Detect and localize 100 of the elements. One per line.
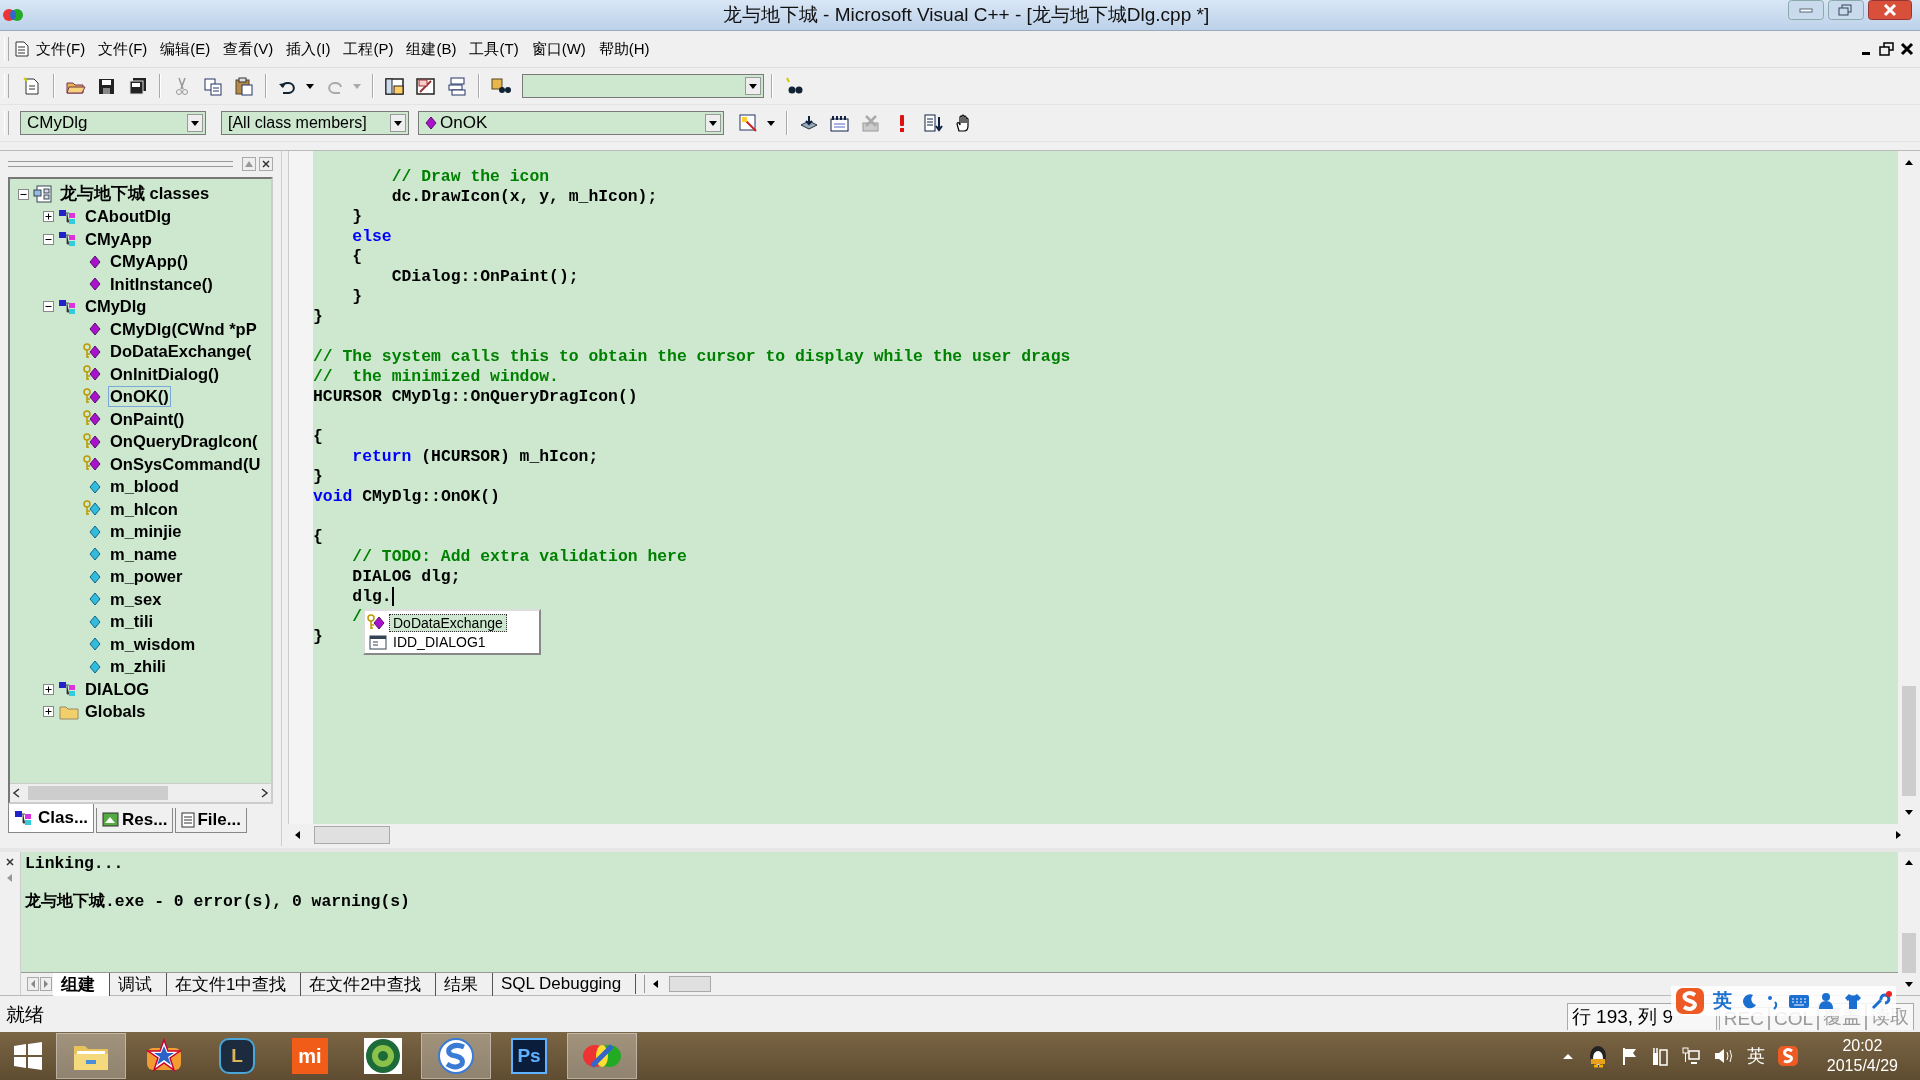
taskbar-app[interactable]: Ps bbox=[494, 1033, 564, 1079]
menu-item[interactable]: 组建(B) bbox=[401, 36, 465, 62]
menu-item[interactable]: 编辑(E) bbox=[155, 36, 219, 62]
tab-scroll-right-icon[interactable] bbox=[40, 977, 52, 991]
menu-item[interactable]: 查看(V) bbox=[218, 36, 282, 62]
menu-item[interactable]: 窗口(W) bbox=[526, 36, 594, 62]
output-line: 龙与地下城.exe - 0 error(s), 0 warning(s) bbox=[25, 892, 411, 912]
combo-box[interactable]: OnOK bbox=[418, 111, 724, 135]
tree-item[interactable]: 龙与地下城 classes bbox=[58, 182, 212, 207]
menu-item[interactable]: 帮助(H) bbox=[593, 36, 658, 62]
code-line: { bbox=[351, 247, 363, 267]
s-circle-icon bbox=[436, 1037, 476, 1075]
combo-box[interactable]: CMyDlg bbox=[20, 111, 206, 135]
tree-item[interactable]: m_minjie bbox=[108, 521, 184, 543]
panel-tab[interactable]: Clas... bbox=[8, 804, 95, 833]
tree-item[interactable]: m_wisdom bbox=[108, 633, 198, 655]
output-tab[interactable]: 在文件1中查找 bbox=[167, 972, 302, 996]
tree-item[interactable]: OnOK() bbox=[108, 386, 171, 408]
taskbar-app[interactable] bbox=[567, 1033, 637, 1079]
collapse-icon[interactable] bbox=[43, 301, 54, 313]
volume-icon[interactable] bbox=[1712, 1046, 1735, 1066]
expand-icon[interactable] bbox=[43, 706, 54, 718]
close-icon[interactable] bbox=[1898, 41, 1916, 57]
output-tab[interactable]: 组建 bbox=[53, 972, 110, 996]
tree-item[interactable]: m_tili bbox=[108, 611, 156, 633]
code-line: } bbox=[313, 627, 323, 647]
code-line: void CMyDlg::OnOK() bbox=[313, 487, 500, 507]
restore-icon[interactable] bbox=[1878, 41, 1896, 57]
output-line: Linking... bbox=[25, 854, 125, 874]
tab-scroll-left-icon[interactable] bbox=[27, 977, 39, 991]
sogou-logo-icon[interactable] bbox=[1675, 987, 1705, 1015]
panel-tab[interactable]: Res... bbox=[96, 808, 174, 833]
tree-item[interactable]: m_sex bbox=[108, 588, 164, 610]
code-line: dlg. bbox=[313, 587, 394, 607]
collapse-icon[interactable] bbox=[43, 233, 54, 245]
taskbar-app[interactable] bbox=[421, 1033, 491, 1079]
menu-item[interactable]: 文件(F) bbox=[31, 36, 94, 62]
scrollbar-thumb[interactable] bbox=[1902, 686, 1916, 796]
tree-item[interactable]: OnInitDialog() bbox=[108, 363, 222, 385]
scrollbar-thumb[interactable] bbox=[669, 976, 712, 992]
scrollbar-thumb[interactable] bbox=[314, 826, 390, 844]
tree-item[interactable]: CMyApp bbox=[83, 228, 154, 250]
suggestion-item[interactable]: IDD_DIALOG1 bbox=[389, 632, 490, 651]
code-line: } bbox=[313, 307, 323, 327]
scrollbar-thumb[interactable] bbox=[1902, 933, 1916, 973]
tree-item[interactable]: m_name bbox=[108, 543, 179, 565]
sogou-logo-icon[interactable] bbox=[1776, 1045, 1799, 1067]
app-logo-icon bbox=[2, 7, 24, 23]
tree-item[interactable]: m_hIcon bbox=[108, 498, 180, 520]
taskbar-app[interactable]: L bbox=[202, 1033, 272, 1079]
expand-icon[interactable] bbox=[43, 211, 54, 223]
menu-item[interactable]: 文件(F) bbox=[93, 36, 156, 62]
tree-item[interactable]: m_zhili bbox=[108, 656, 168, 678]
close-icon[interactable] bbox=[1868, 0, 1912, 20]
app-icon: mi bbox=[292, 1038, 328, 1074]
dropdown-caret-icon[interactable] bbox=[767, 120, 775, 126]
menu-item[interactable]: 工程(P) bbox=[338, 36, 402, 62]
tree-item[interactable]: CMyDlg(CWnd *pP bbox=[108, 318, 259, 340]
combo-box[interactable]: [All class members] bbox=[221, 111, 409, 135]
dropdown-caret-icon[interactable] bbox=[306, 83, 314, 89]
network-icon[interactable] bbox=[1680, 1045, 1701, 1067]
panel-tab[interactable]: File... bbox=[175, 808, 247, 833]
flag-icon[interactable] bbox=[1620, 1046, 1639, 1066]
output-tab[interactable]: 结果 bbox=[435, 972, 493, 996]
tree-item[interactable]: OnPaint() bbox=[108, 408, 187, 430]
moon-icon[interactable] bbox=[1740, 992, 1758, 1010]
search-combo[interactable] bbox=[522, 74, 764, 98]
battery-icon[interactable] bbox=[1650, 1045, 1669, 1067]
tree-item[interactable]: CMyApp() bbox=[108, 251, 190, 273]
code-line: // The system calls this to obtain the cursor to display while the user drags bbox=[313, 347, 1071, 367]
output-tab[interactable]: 调试 bbox=[110, 972, 167, 996]
output-tab[interactable]: SQL Debugging bbox=[492, 974, 637, 994]
tree-item[interactable]: m_blood bbox=[108, 476, 181, 498]
scrollbar-thumb[interactable] bbox=[28, 786, 168, 800]
tree-item[interactable]: OnQueryDragIcon( bbox=[108, 431, 260, 453]
close-icon[interactable] bbox=[4, 856, 16, 868]
taskbar-app[interactable] bbox=[56, 1033, 126, 1079]
clock-time: 20:02 bbox=[1842, 1036, 1883, 1056]
tree-item[interactable]: CAboutDlg bbox=[83, 206, 174, 228]
tree-item[interactable]: m_power bbox=[108, 566, 185, 588]
language-indicator[interactable]: 英 bbox=[1746, 1044, 1765, 1068]
menu-item[interactable]: 插入(I) bbox=[281, 36, 339, 62]
output-tab[interactable]: 在文件2中查找 bbox=[301, 972, 436, 996]
tree-item[interactable]: InitInstance() bbox=[108, 273, 215, 295]
horizontal-scrollbar[interactable] bbox=[10, 783, 271, 802]
close-icon[interactable] bbox=[259, 157, 273, 171]
tree-item[interactable]: CMyDlg bbox=[83, 296, 149, 318]
suggestion-item[interactable]: DoDataExchange bbox=[389, 613, 507, 632]
keyboard-icon[interactable] bbox=[1788, 992, 1810, 1010]
user-icon[interactable] bbox=[1818, 992, 1836, 1010]
collapse-icon[interactable] bbox=[18, 188, 29, 200]
tree-item[interactable]: Globals bbox=[83, 701, 148, 723]
menu-item[interactable]: 工具(T) bbox=[464, 36, 527, 62]
expand-icon[interactable] bbox=[43, 683, 54, 695]
autocomplete-list[interactable]: DoDataExchange IDD_DIALOG1 bbox=[363, 609, 541, 655]
tree-item[interactable]: DIALOG bbox=[83, 678, 152, 700]
clock[interactable]: 20:02 2015/4/29 bbox=[1826, 1036, 1898, 1076]
code-line: CDialog::OnPaint(); bbox=[390, 267, 579, 287]
tree-item[interactable]: DoDataExchange( bbox=[108, 341, 254, 363]
tree-item[interactable]: OnSysCommand(U bbox=[108, 453, 263, 475]
